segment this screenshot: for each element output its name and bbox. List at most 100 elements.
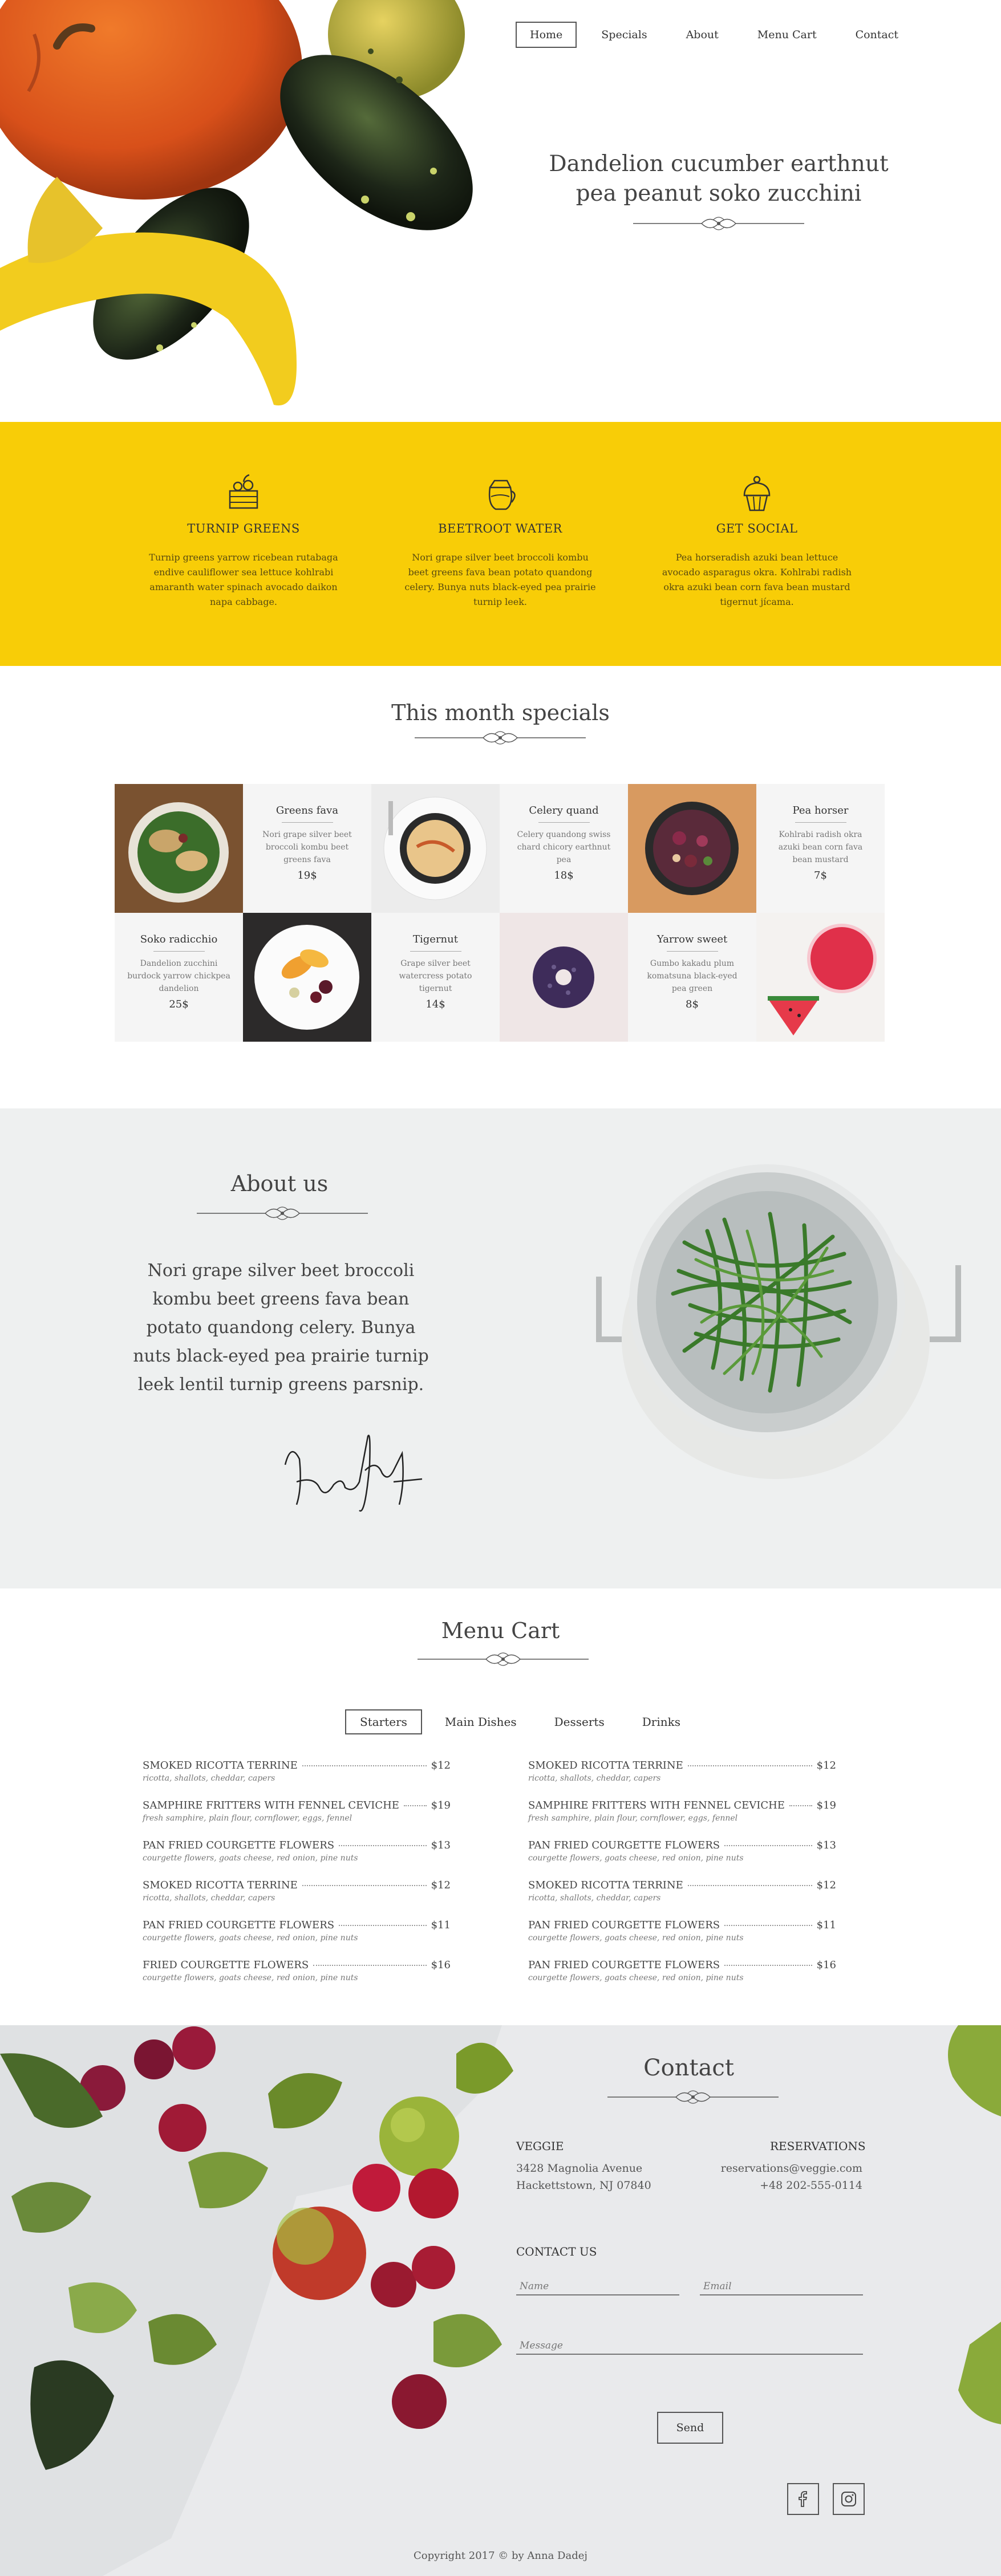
special-name: Celery quand	[529, 805, 599, 816]
main-nav: Home Specials About Menu Cart Contact	[516, 22, 923, 48]
about-section: About us Nori grape silver beet broccoli…	[0, 1108, 1001, 1588]
special-card[interactable]: Greens fava Nori grape silver beet brocc…	[243, 784, 371, 913]
cupcake-icon	[743, 476, 771, 511]
menu-item-price: $19	[816, 1799, 836, 1811]
reservations-heading: RESERVATIONS	[770, 2139, 866, 2153]
menu-item-price: $16	[431, 1959, 451, 1971]
ornament-divider	[607, 2090, 779, 2104]
menu-item-ingredients: ricotta, shallots, cheddar, capers	[143, 1894, 275, 1903]
tab-main-dishes[interactable]: Main Dishes	[430, 1709, 532, 1734]
menu-section: Menu Cart Starters Main Dishes Desserts …	[0, 1588, 1001, 2025]
hero-title-line2: pea peanut soko zucchini	[576, 181, 862, 206]
special-card[interactable]: Yarrow sweet Gumbo kakadu plum komatsuna…	[628, 913, 756, 1042]
reservations-phone[interactable]: +48 202-555-0114	[691, 2179, 862, 2192]
features-section: TURNIP GREENS Turnip greens yarrow riceb…	[0, 422, 1001, 666]
feature-beetroot-water: BEETROOT WATER Nori grape silver beet br…	[403, 470, 597, 610]
special-card[interactable]: Celery quand Celery quandong swiss chard…	[500, 784, 628, 913]
feature-title: BEETROOT WATER	[438, 522, 562, 535]
nav-item-menu-cart[interactable]: Menu Cart	[743, 22, 831, 48]
menu-item: FRIED COURGETTE FLOWERS $16 courgette flow…	[143, 1959, 451, 1999]
dish-image-beet-bowl	[628, 784, 756, 913]
menu-item: SMOKED RICOTTA TERRINE $12 ricotta, shallo…	[143, 1760, 451, 1799]
dish-image-salad	[115, 784, 243, 913]
hero-section: Home Specials About Menu Cart Contact Da…	[0, 0, 1001, 422]
specials-grid: Greens fava Nori grape silver beet brocc…	[115, 784, 886, 1042]
menu-item-ingredients: ricotta, shallots, cheddar, capers	[528, 1774, 661, 1783]
menu-item-price: $12	[816, 1879, 836, 1891]
feature-title: GET SOCIAL	[716, 522, 798, 535]
menu-item-name: PAN FRIED COURGETTE FLOWERS	[143, 1839, 335, 1851]
squash-hero-image	[0, 0, 473, 406]
menu-item: SMOKED RICOTTA TERRINE $12 ricotta, shallo…	[528, 1879, 836, 1919]
copyright: Copyright 2017 © by Anna Dadej	[414, 2550, 587, 2562]
facebook-icon	[799, 2491, 808, 2507]
feature-title: TURNIP GREENS	[187, 522, 300, 535]
menu-item-name: FRIED COURGETTE FLOWERS	[143, 1959, 309, 1971]
dot-leader	[339, 1845, 427, 1846]
menu-item: PAN FRIED COURGETTE FLOWERS $13 courgette …	[528, 1839, 836, 1879]
nav-item-specials[interactable]: Specials	[587, 22, 661, 48]
dot-leader	[403, 1805, 427, 1806]
menu-item: SMOKED RICOTTA TERRINE $12 ricotta, shallo…	[143, 1879, 451, 1919]
special-card[interactable]: Pea horser Kohlrabi radish okra azuki be…	[756, 784, 885, 913]
special-desc: Dandelion zucchini burdock yarrow chickp…	[127, 959, 230, 993]
menu-item-ingredients: courgette flowers, goats cheese, red oni…	[143, 1854, 358, 1863]
dish-image-fruit-plate	[243, 913, 371, 1042]
nav-item-contact[interactable]: Contact	[841, 22, 913, 48]
menu-title: Menu Cart	[441, 1618, 560, 1643]
veggie-heading: VEGGIE	[516, 2139, 564, 2153]
special-card[interactable]: Tigernut Grape silver beet watercress po…	[371, 913, 500, 1042]
ornament-divider	[197, 1206, 368, 1220]
menu-item-ingredients: fresh samphire, plain flour, cornflower,…	[143, 1814, 352, 1823]
menu-column-right: SMOKED RICOTTA TERRINE $12 ricotta, shallo…	[528, 1760, 836, 1999]
nav-item-about[interactable]: About	[672, 22, 733, 48]
hero-title: Dandelion cucumber earthnut pea peanut s…	[548, 149, 890, 209]
menu-column-left: SMOKED RICOTTA TERRINE $12 ricotta, shallo…	[143, 1760, 451, 1999]
signature-image	[284, 1435, 423, 1512]
instagram-icon	[841, 2492, 856, 2506]
tab-starters[interactable]: Starters	[345, 1709, 422, 1734]
special-desc: Nori grape silver beet broccoli kombu be…	[262, 830, 352, 864]
reservations-email[interactable]: reservations@veggie.com	[691, 2162, 862, 2175]
menu-item-name: PAN FRIED COURGETTE FLOWERS	[528, 1839, 720, 1851]
dot-leader	[302, 1885, 427, 1886]
tab-drinks[interactable]: Drinks	[627, 1709, 695, 1734]
menu-item-ingredients: courgette flowers, goats cheese, red oni…	[528, 1854, 744, 1863]
dot-leader	[339, 1925, 427, 1926]
instagram-button[interactable]	[833, 2483, 865, 2515]
dish-image-donut	[500, 913, 628, 1042]
message-field[interactable]	[516, 2338, 863, 2355]
menu-item: PAN FRIED COURGETTE FLOWERS $16 courgette …	[528, 1959, 836, 1999]
name-field[interactable]	[516, 2278, 679, 2295]
menu-item: PAN FRIED COURGETTE FLOWERS $11 courgette …	[143, 1919, 451, 1959]
special-name: Tigernut	[413, 933, 458, 945]
menu-item-ingredients: courgette flowers, goats cheese, red oni…	[143, 1973, 358, 1982]
menu-item-price: $13	[816, 1839, 836, 1851]
dot-leader	[313, 1965, 427, 1966]
dish-image-pasta	[371, 784, 500, 913]
menu-item-ingredients: ricotta, shallots, cheddar, capers	[528, 1894, 661, 1903]
special-desc: Grape silver beet watercress potato tige…	[399, 959, 472, 993]
send-button[interactable]: Send	[657, 2412, 723, 2444]
about-title: About us	[230, 1171, 329, 1196]
special-desc: Kohlrabi radish okra azuki bean corn fav…	[778, 830, 863, 864]
contact-us-heading: CONTACT US	[516, 2245, 597, 2258]
menu-item-ingredients: fresh samphire, plain flour, cornflower,…	[528, 1814, 738, 1823]
special-name: Soko radicchio	[140, 933, 218, 945]
menu-item-name: SAMPHIRE FRITTERS WITH FENNEL CEVICHE	[143, 1799, 399, 1811]
menu-item-price: $19	[431, 1799, 451, 1811]
menu-item-name: SMOKED RICOTTA TERRINE	[528, 1879, 683, 1891]
special-card[interactable]: Soko radicchio Dandelion zucchini burdoc…	[115, 913, 243, 1042]
menu-item: SAMPHIRE FRITTERS WITH FENNEL CEVICHE $19…	[528, 1799, 836, 1839]
menu-item-name: SMOKED RICOTTA TERRINE	[143, 1879, 298, 1891]
nav-item-home[interactable]: Home	[516, 22, 577, 48]
tab-desserts[interactable]: Desserts	[540, 1709, 619, 1734]
green-beans-bowl-image	[596, 1164, 961, 1479]
dish-image-watermelon-drink	[756, 913, 885, 1042]
ornament-divider	[418, 1652, 589, 1666]
menu-item-price: $11	[816, 1919, 836, 1931]
facebook-button[interactable]	[787, 2483, 819, 2515]
email-field[interactable]	[700, 2278, 863, 2295]
menu-tabs: Starters Main Dishes Desserts Drinks	[345, 1709, 703, 1734]
menu-item-name: SMOKED RICOTTA TERRINE	[143, 1760, 298, 1771]
